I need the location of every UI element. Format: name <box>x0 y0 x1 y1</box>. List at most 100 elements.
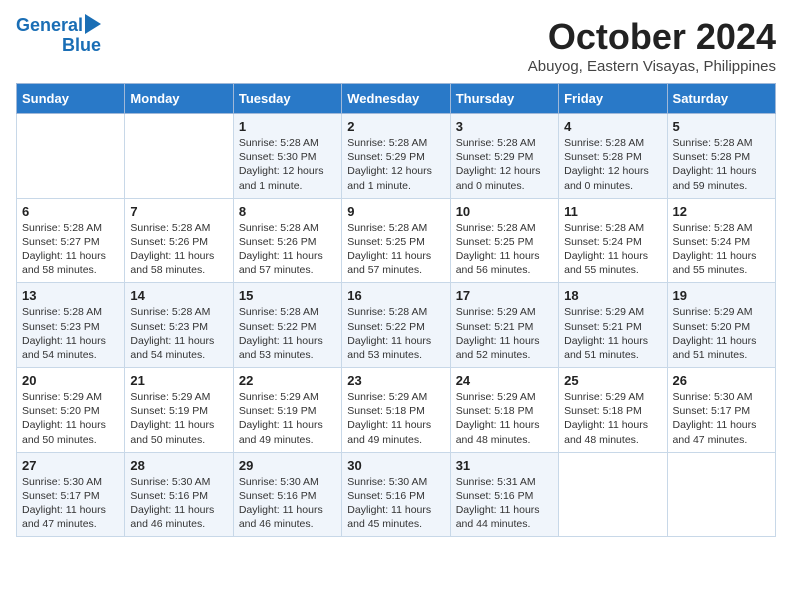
day-number: 10 <box>456 204 553 219</box>
calendar-cell: 19Sunrise: 5:29 AM Sunset: 5:20 PM Dayli… <box>667 283 775 368</box>
calendar-header-row: SundayMondayTuesdayWednesdayThursdayFrid… <box>17 84 776 114</box>
day-info: Sunrise: 5:30 AM Sunset: 5:17 PM Dayligh… <box>22 475 119 532</box>
calendar-cell: 31 Sunrise: 5:31 AM Sunset: 5:16 PM Dayli… <box>450 452 558 537</box>
calendar-cell: 20Sunrise: 5:29 AM Sunset: 5:20 PM Dayli… <box>17 368 125 453</box>
day-number: 1 <box>239 119 336 134</box>
day-info: Sunrise: 5:28 AM Sunset: 5:30 PM Dayligh… <box>239 136 336 193</box>
calendar-cell: 16 Sunrise: 5:28 AM Sunset: 5:22 PM Dayli… <box>342 283 450 368</box>
day-header-thursday: Thursday <box>450 84 558 114</box>
day-number: 14 <box>130 288 227 303</box>
logo-blue-text: Blue <box>62 36 101 56</box>
week-row-3: 13 Sunrise: 5:28 AM Sunset: 5:23 PM Dayli… <box>17 283 776 368</box>
calendar-cell: 25Sunrise: 5:29 AM Sunset: 5:18 PM Dayli… <box>559 368 667 453</box>
week-row-5: 27 Sunrise: 5:30 AM Sunset: 5:17 PM Dayli… <box>17 452 776 537</box>
day-number: 16 <box>347 288 444 303</box>
day-header-wednesday: Wednesday <box>342 84 450 114</box>
day-info: Sunrise: 5:28 AM Sunset: 5:23 PM Dayligh… <box>22 305 119 362</box>
day-info: Sunrise: 5:29 AM Sunset: 5:19 PM Dayligh… <box>130 390 227 447</box>
day-number: 4 <box>564 119 661 134</box>
day-number: 2 <box>347 119 444 134</box>
calendar-cell: 11Sunrise: 5:28 AM Sunset: 5:24 PM Dayli… <box>559 198 667 283</box>
day-number: 31 <box>456 458 553 473</box>
day-info: Sunrise: 5:28 AM Sunset: 5:22 PM Dayligh… <box>347 305 444 362</box>
day-number: 15 <box>239 288 336 303</box>
day-number: 27 <box>22 458 119 473</box>
day-info: Sunrise: 5:29 AM Sunset: 5:18 PM Dayligh… <box>347 390 444 447</box>
calendar-cell: 6 Sunrise: 5:28 AM Sunset: 5:27 PM Daylig… <box>17 198 125 283</box>
day-number: 24 <box>456 373 553 388</box>
day-number: 3 <box>456 119 553 134</box>
day-header-monday: Monday <box>125 84 233 114</box>
calendar-table: SundayMondayTuesdayWednesdayThursdayFrid… <box>16 83 776 537</box>
calendar-cell: 24 Sunrise: 5:29 AM Sunset: 5:18 PM Dayli… <box>450 368 558 453</box>
calendar-cell: 7Sunrise: 5:28 AM Sunset: 5:26 PM Daylig… <box>125 198 233 283</box>
calendar-cell: 26 Sunrise: 5:30 AM Sunset: 5:17 PM Dayli… <box>667 368 775 453</box>
calendar-cell: 27 Sunrise: 5:30 AM Sunset: 5:17 PM Dayli… <box>17 452 125 537</box>
calendar-cell: 18Sunrise: 5:29 AM Sunset: 5:21 PM Dayli… <box>559 283 667 368</box>
day-info: Sunrise: 5:29 AM Sunset: 5:19 PM Dayligh… <box>239 390 336 447</box>
calendar-cell: 13 Sunrise: 5:28 AM Sunset: 5:23 PM Dayli… <box>17 283 125 368</box>
day-info: Sunrise: 5:28 AM Sunset: 5:29 PM Dayligh… <box>456 136 553 193</box>
calendar-cell: 28Sunrise: 5:30 AM Sunset: 5:16 PM Dayli… <box>125 452 233 537</box>
calendar-cell: 21 Sunrise: 5:29 AM Sunset: 5:19 PM Dayli… <box>125 368 233 453</box>
calendar-cell: 22 Sunrise: 5:29 AM Sunset: 5:19 PM Dayli… <box>233 368 341 453</box>
day-info: Sunrise: 5:30 AM Sunset: 5:16 PM Dayligh… <box>347 475 444 532</box>
calendar-body: 1 Sunrise: 5:28 AM Sunset: 5:30 PM Daylig… <box>17 114 776 537</box>
day-info: Sunrise: 5:30 AM Sunset: 5:16 PM Dayligh… <box>130 475 227 532</box>
calendar-cell: 12 Sunrise: 5:28 AM Sunset: 5:24 PM Dayli… <box>667 198 775 283</box>
calendar-cell: 3 Sunrise: 5:28 AM Sunset: 5:29 PM Daylig… <box>450 114 558 199</box>
page-header: General Blue October 2024 Abuyog, Easter… <box>16 16 776 75</box>
day-info: Sunrise: 5:29 AM Sunset: 5:18 PM Dayligh… <box>456 390 553 447</box>
calendar-cell: 9Sunrise: 5:28 AM Sunset: 5:25 PM Daylig… <box>342 198 450 283</box>
day-info: Sunrise: 5:28 AM Sunset: 5:24 PM Dayligh… <box>673 221 770 278</box>
day-info: Sunrise: 5:28 AM Sunset: 5:28 PM Dayligh… <box>564 136 661 193</box>
day-number: 22 <box>239 373 336 388</box>
day-number: 9 <box>347 204 444 219</box>
day-number: 20 <box>22 373 119 388</box>
day-info: Sunrise: 5:29 AM Sunset: 5:21 PM Dayligh… <box>456 305 553 362</box>
title-block: October 2024 Abuyog, Eastern Visayas, Ph… <box>528 16 776 75</box>
week-row-4: 20Sunrise: 5:29 AM Sunset: 5:20 PM Dayli… <box>17 368 776 453</box>
calendar-cell: 10 Sunrise: 5:28 AM Sunset: 5:25 PM Dayli… <box>450 198 558 283</box>
day-info: Sunrise: 5:28 AM Sunset: 5:26 PM Dayligh… <box>130 221 227 278</box>
day-number: 5 <box>673 119 770 134</box>
day-header-friday: Friday <box>559 84 667 114</box>
logo-arrow-icon <box>85 14 101 34</box>
calendar-cell: 1 Sunrise: 5:28 AM Sunset: 5:30 PM Daylig… <box>233 114 341 199</box>
calendar-cell <box>667 452 775 537</box>
day-number: 18 <box>564 288 661 303</box>
month-title: October 2024 <box>528 16 776 58</box>
day-number: 23 <box>347 373 444 388</box>
day-info: Sunrise: 5:28 AM Sunset: 5:23 PM Dayligh… <box>130 305 227 362</box>
day-number: 26 <box>673 373 770 388</box>
location-subtitle: Abuyog, Eastern Visayas, Philippines <box>528 58 776 75</box>
day-header-saturday: Saturday <box>667 84 775 114</box>
day-number: 21 <box>130 373 227 388</box>
day-info: Sunrise: 5:28 AM Sunset: 5:27 PM Dayligh… <box>22 221 119 278</box>
day-info: Sunrise: 5:30 AM Sunset: 5:17 PM Dayligh… <box>673 390 770 447</box>
day-info: Sunrise: 5:30 AM Sunset: 5:16 PM Dayligh… <box>239 475 336 532</box>
day-number: 12 <box>673 204 770 219</box>
day-info: Sunrise: 5:28 AM Sunset: 5:22 PM Dayligh… <box>239 305 336 362</box>
week-row-2: 6 Sunrise: 5:28 AM Sunset: 5:27 PM Daylig… <box>17 198 776 283</box>
day-info: Sunrise: 5:31 AM Sunset: 5:16 PM Dayligh… <box>456 475 553 532</box>
calendar-cell: 2Sunrise: 5:28 AM Sunset: 5:29 PM Daylig… <box>342 114 450 199</box>
day-info: Sunrise: 5:29 AM Sunset: 5:20 PM Dayligh… <box>673 305 770 362</box>
day-info: Sunrise: 5:29 AM Sunset: 5:18 PM Dayligh… <box>564 390 661 447</box>
day-info: Sunrise: 5:28 AM Sunset: 5:28 PM Dayligh… <box>673 136 770 193</box>
calendar-cell <box>559 452 667 537</box>
calendar-cell: 4 Sunrise: 5:28 AM Sunset: 5:28 PM Daylig… <box>559 114 667 199</box>
day-info: Sunrise: 5:28 AM Sunset: 5:26 PM Dayligh… <box>239 221 336 278</box>
calendar-cell <box>17 114 125 199</box>
logo-text: General <box>16 16 83 36</box>
day-number: 17 <box>456 288 553 303</box>
day-number: 8 <box>239 204 336 219</box>
day-info: Sunrise: 5:28 AM Sunset: 5:25 PM Dayligh… <box>456 221 553 278</box>
day-number: 13 <box>22 288 119 303</box>
calendar-cell: 29 Sunrise: 5:30 AM Sunset: 5:16 PM Dayli… <box>233 452 341 537</box>
day-number: 29 <box>239 458 336 473</box>
day-number: 6 <box>22 204 119 219</box>
week-row-1: 1 Sunrise: 5:28 AM Sunset: 5:30 PM Daylig… <box>17 114 776 199</box>
day-number: 11 <box>564 204 661 219</box>
calendar-cell <box>125 114 233 199</box>
